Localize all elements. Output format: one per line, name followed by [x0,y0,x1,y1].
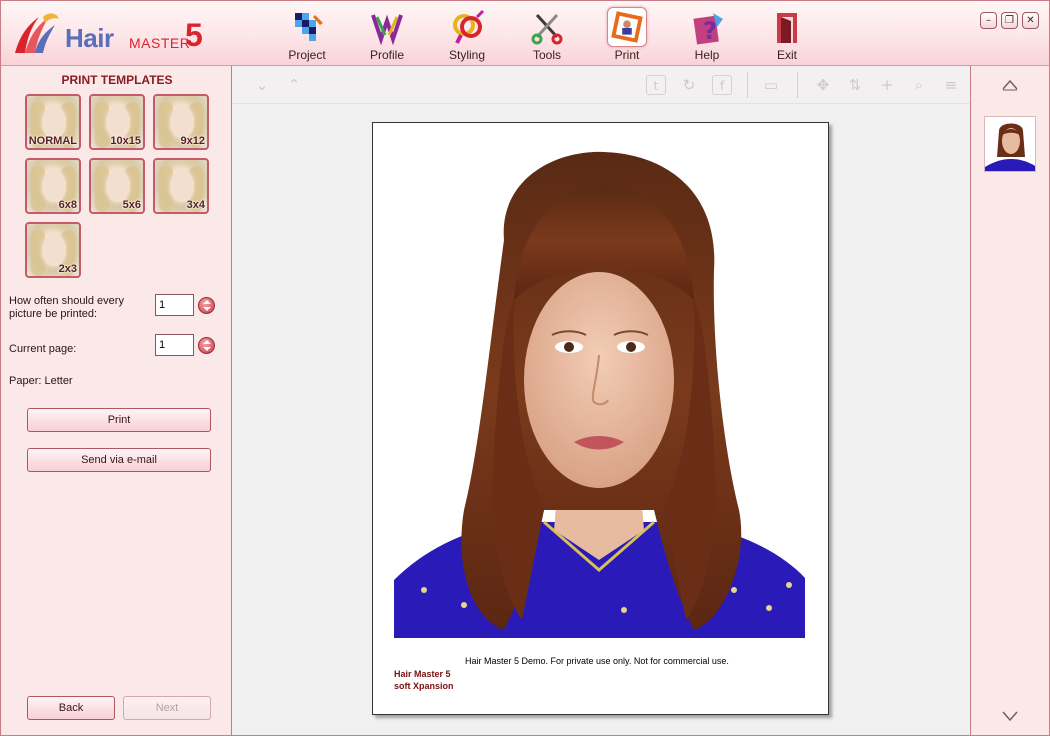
copies-label: How often should every picture be printe… [9,295,124,320]
menu-project-label: Project [288,48,326,62]
menu-styling-label: Styling [448,48,486,62]
print-icon [607,7,647,47]
credit-line-2: soft Xpansion [394,681,454,691]
hair-master-logo-icon [15,13,59,53]
template-normal[interactable]: NORMAL [25,94,81,150]
portrait-photo [394,150,805,638]
paper-label: Paper: Letter [9,375,73,387]
logo-hair-text: Hair [65,23,114,53]
menu-styling[interactable]: Styling [427,5,507,65]
template-5x6[interactable]: 5x6 [89,158,145,214]
menu-exit[interactable]: Exit [747,5,827,65]
menu-help-label: Help [694,48,720,62]
chevron-up-icon[interactable]: ⌃ [284,75,304,95]
minimize-button[interactable]: – [980,12,997,29]
preview-toolbar: ⌄ ⌃ t ↻ f ▭ ✥ ⇅ + ⌕ ≡ [232,66,970,104]
window-controls: – ❐ ✕ [980,12,1039,29]
template-label: 10x15 [110,135,141,147]
tools-icon [531,13,563,45]
menu-help[interactable]: ? Help [667,5,747,65]
demo-watermark-text: Hair Master 5 Demo. For private use only… [465,656,729,666]
back-button[interactable]: Back [27,696,115,720]
menu-profile-label: Profile [369,48,404,62]
send-email-button[interactable]: Send via e-mail [27,448,211,472]
print-button[interactable]: Print [27,408,211,432]
credit-text: Hair Master 5 soft Xpansion [394,668,454,692]
logo-master-text: MASTER [129,35,191,51]
template-label: 9x12 [180,135,205,147]
menu-print-label: Print [614,48,640,62]
close-button[interactable]: ✕ [1022,12,1039,29]
portrait-thumbnail-image [985,123,1035,171]
twitter-icon[interactable]: t [646,75,666,95]
print-page: Hair Master 5 Demo. For private use only… [372,122,829,715]
copies-input[interactable] [155,294,194,316]
copies-spinner[interactable] [198,297,215,314]
print-preview-area: ⌄ ⌃ t ↻ f ▭ ✥ ⇅ + ⌕ ≡ Hair Master 5 Demo… [232,66,970,736]
toolbar-divider [747,72,748,98]
toolbar-divider [797,72,798,98]
profile-icon [371,14,403,46]
panel-title: PRINT TEMPLATES [61,73,173,87]
menu-exit-label: Exit [776,48,797,62]
current-page-spinner[interactable] [198,337,215,354]
template-9x12[interactable]: 9x12 [153,94,209,150]
next-button[interactable]: Next [123,696,211,720]
scroll-down-icon[interactable] [1002,710,1018,722]
template-6x8[interactable]: 6x8 [25,158,81,214]
menu-tools[interactable]: Tools [507,5,587,65]
template-label: 6x8 [58,199,77,211]
scroll-up-icon[interactable] [1002,79,1018,91]
menu-print[interactable]: Print [587,5,667,65]
template-label: 5x6 [122,199,141,211]
print-templates-panel: PRINT TEMPLATES NORMAL 10x15 9x12 6x8 5x… [0,66,232,736]
help-icon: ? [693,13,723,45]
menu-project[interactable]: Project [267,5,347,65]
restore-button[interactable]: ❐ [1001,12,1018,29]
credit-line-1: Hair Master 5 [394,669,451,679]
exit-icon [777,13,797,43]
current-page-input[interactable] [155,334,194,356]
svg-text:?: ? [703,17,717,45]
thumbnail-panel [970,66,1050,736]
portrait-thumbnail[interactable] [984,116,1036,172]
facebook-icon[interactable]: f [712,75,732,95]
template-2x3[interactable]: 2x3 [25,222,81,278]
main-menu: Project Profile Styling Tools Print ? He… [267,5,827,65]
logo-version-text: 5 [185,17,203,53]
camera-icon[interactable]: ▭ [761,75,781,95]
template-3x4[interactable]: 3x4 [153,158,209,214]
swap-icon[interactable]: ⇅ [845,75,865,95]
app-header: Hair MASTER 5 Project Profile Styling To… [0,0,1050,66]
styling-icon [453,9,485,44]
template-label: NORMAL [28,135,77,147]
chevron-down-icon[interactable]: ⌄ [252,75,272,95]
template-label: 2x3 [58,263,77,275]
move-icon[interactable]: ✥ [813,75,833,95]
refresh-icon[interactable]: ↻ [679,75,699,95]
current-page-label: Current page: [9,343,77,355]
project-icon [295,13,323,41]
menu-profile[interactable]: Profile [347,5,427,65]
menu-tools-label: Tools [532,48,561,62]
zoom-icon[interactable]: ⌕ [909,75,929,95]
app-logo: Hair MASTER 5 [9,9,219,61]
template-label: 3x4 [186,199,205,211]
menu-icon[interactable]: ≡ [941,75,961,95]
plus-icon[interactable]: + [877,75,897,95]
template-10x15[interactable]: 10x15 [89,94,145,150]
